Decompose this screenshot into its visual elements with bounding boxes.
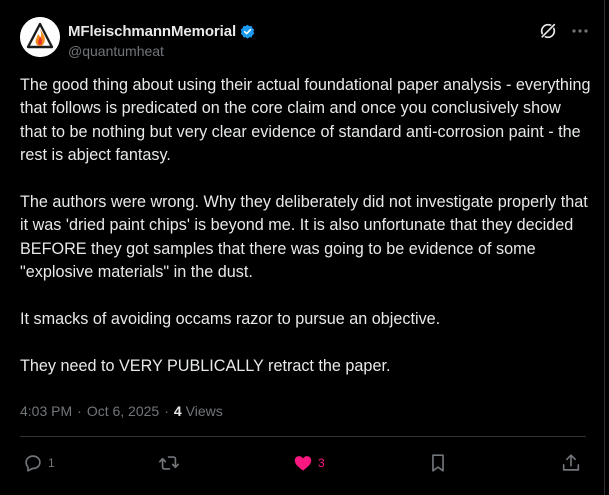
views-label: Views <box>185 403 223 419</box>
heart-filled-icon <box>294 456 312 471</box>
post-detail: MFleischmannMemorial @quantumheat The go… <box>0 0 605 495</box>
display-name[interactable]: MFleischmannMemorial <box>68 23 236 40</box>
views-count[interactable]: 4 <box>174 403 182 419</box>
meta-separator: · <box>77 403 82 419</box>
reply-icon <box>25 455 41 472</box>
divider <box>20 436 586 437</box>
post-date[interactable]: Oct 6, 2025 <box>87 403 159 419</box>
header-actions <box>538 21 590 41</box>
author-names: MFleischmannMemorial @quantumheat <box>68 22 256 59</box>
like-button[interactable]: 3 <box>292 452 325 474</box>
bookmark-button[interactable] <box>427 452 449 474</box>
verified-badge-icon[interactable] <box>239 23 256 40</box>
action-bar: 1 3 <box>22 452 582 474</box>
display-name-row: MFleischmannMemorial <box>68 22 256 40</box>
post-paragraph: They need to VERY PUBLICALLY retract the… <box>20 356 391 375</box>
more-horizontal-icon[interactable] <box>570 21 590 41</box>
post-time[interactable]: 4:03 PM <box>20 403 72 419</box>
reply-button[interactable]: 1 <box>22 452 55 474</box>
meta-separator: · <box>164 403 169 419</box>
handle[interactable]: @quantumheat <box>68 43 256 59</box>
like-count: 3 <box>318 456 325 470</box>
share-icon <box>562 454 580 471</box>
post-paragraph: The authors were wrong. Why they deliber… <box>20 193 588 282</box>
share-button[interactable] <box>560 452 582 474</box>
post-paragraph: It smacks of avoiding occams razor to pu… <box>20 310 441 329</box>
repost-button[interactable] <box>158 452 184 474</box>
post-header: MFleischmannMemorial @quantumheat <box>20 17 590 61</box>
bookmark-icon <box>432 454 444 472</box>
grok-icon[interactable] <box>538 21 558 41</box>
reply-count: 1 <box>48 456 55 470</box>
post-meta: 4:03 PM · Oct 6, 2025 · 4 Views <box>20 403 223 419</box>
post-paragraph: The good thing about using their actual … <box>20 76 591 165</box>
post-text: The good thing about using their actual … <box>20 74 592 402</box>
avatar[interactable] <box>20 17 60 57</box>
repost-icon <box>159 456 179 470</box>
flame-logo-icon <box>20 17 60 57</box>
